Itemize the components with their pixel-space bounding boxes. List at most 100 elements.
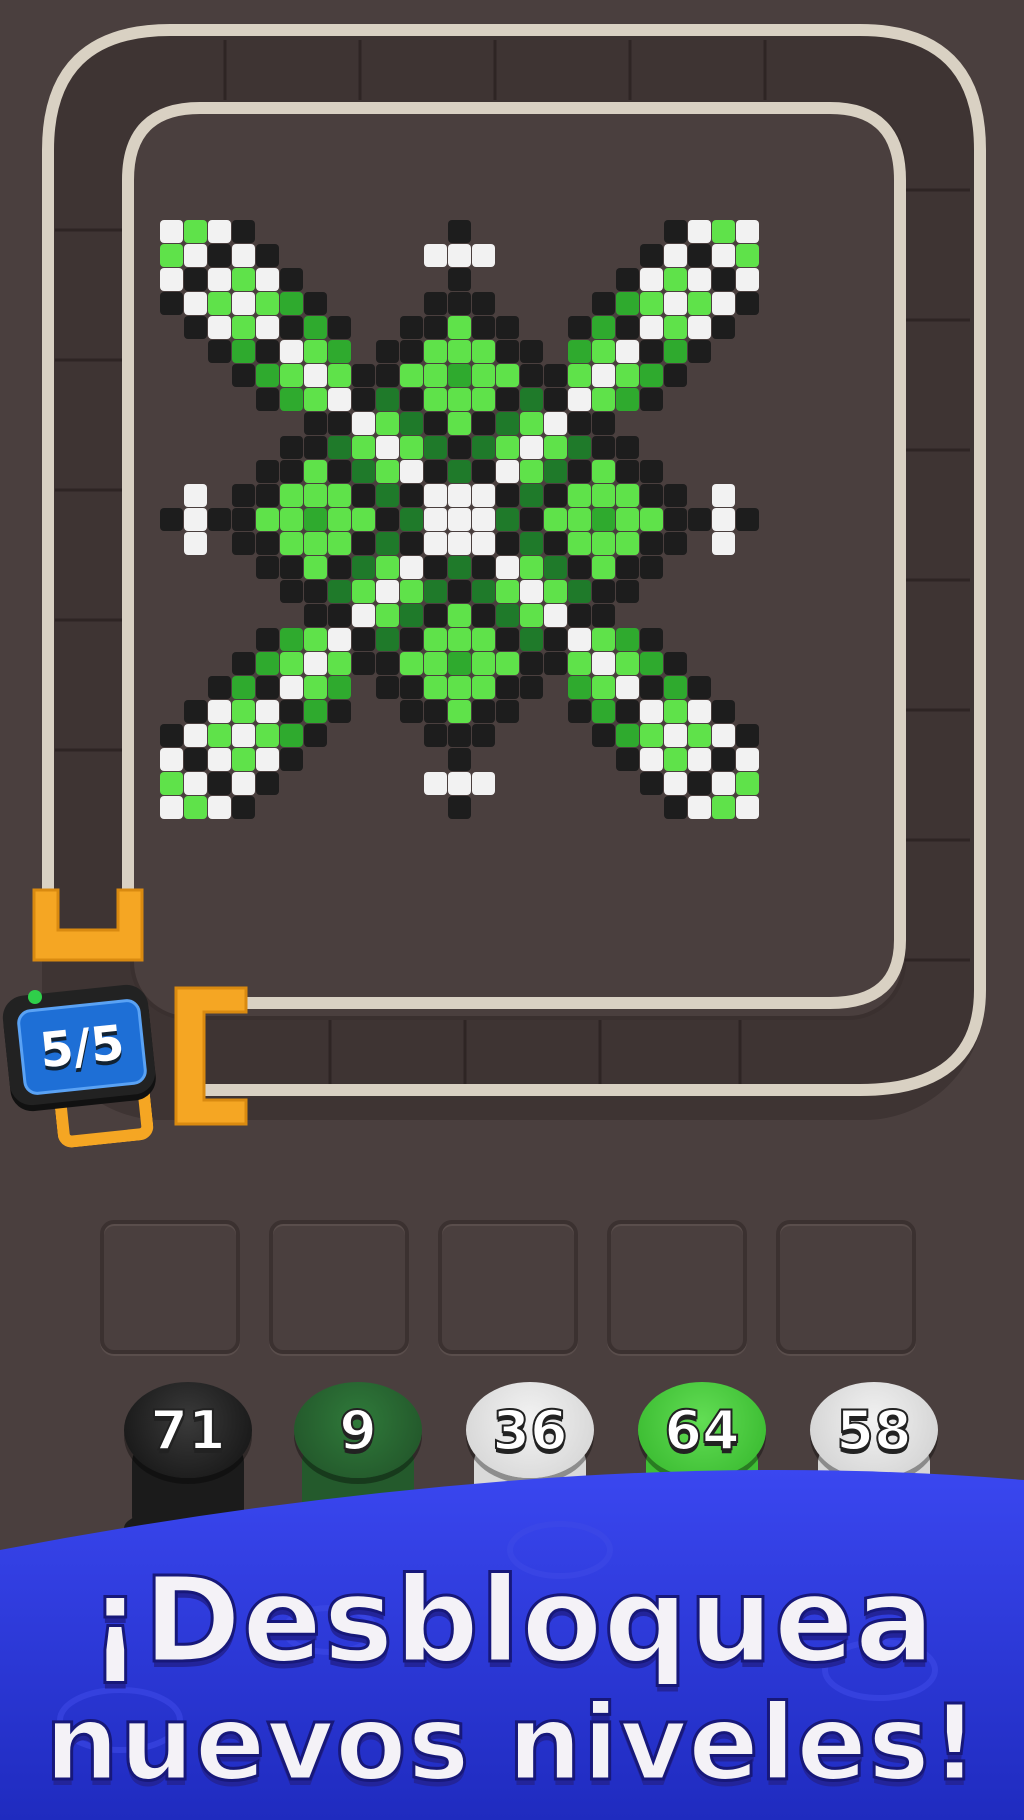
stitch <box>664 484 687 507</box>
stitch <box>544 556 567 579</box>
slot-4[interactable] <box>607 1220 747 1354</box>
stitch <box>184 532 207 555</box>
stitch <box>640 556 663 579</box>
stitch <box>568 532 591 555</box>
stitch <box>736 772 759 795</box>
stitch <box>280 316 303 339</box>
stitch <box>256 748 279 771</box>
slot-1[interactable] <box>100 1220 240 1354</box>
stitch <box>352 580 375 603</box>
stitch <box>616 724 639 747</box>
stitch <box>304 460 327 483</box>
stitch <box>568 436 591 459</box>
stitch <box>232 268 255 291</box>
stitch <box>376 460 399 483</box>
stitch <box>496 700 519 723</box>
stitch <box>592 508 615 531</box>
stitch <box>496 652 519 675</box>
stitch <box>568 628 591 651</box>
stitch <box>448 364 471 387</box>
thread-counter: 5/5 <box>0 982 158 1149</box>
stitch <box>304 580 327 603</box>
stitch <box>376 508 399 531</box>
stitch <box>304 508 327 531</box>
stitch <box>640 340 663 363</box>
stitch <box>208 796 231 819</box>
stitch <box>208 748 231 771</box>
stitch <box>472 388 495 411</box>
stitch <box>400 700 423 723</box>
stitch <box>400 508 423 531</box>
stitch <box>304 364 327 387</box>
stitch <box>664 268 687 291</box>
stitch <box>592 532 615 555</box>
stitch <box>688 292 711 315</box>
stitch <box>544 436 567 459</box>
stitch <box>544 412 567 435</box>
stitch <box>472 364 495 387</box>
stitch <box>328 628 351 651</box>
holding-slots <box>100 1220 924 1358</box>
stitch <box>448 796 471 819</box>
stitch <box>424 436 447 459</box>
slot-5[interactable] <box>776 1220 916 1354</box>
stitch <box>256 772 279 795</box>
stitch <box>520 460 543 483</box>
stitch <box>448 436 471 459</box>
stitch <box>616 676 639 699</box>
stitch <box>568 484 591 507</box>
stitch <box>640 748 663 771</box>
stitch <box>640 772 663 795</box>
stitch <box>376 580 399 603</box>
stitch <box>304 700 327 723</box>
spool-count: 9 <box>338 1398 378 1463</box>
stitch <box>424 628 447 651</box>
stitch <box>424 340 447 363</box>
headline-line-1: ¡Desbloquea <box>87 1551 936 1689</box>
stitch <box>376 652 399 675</box>
counter-screen: 5/5 <box>15 997 149 1097</box>
stitch <box>352 508 375 531</box>
stitch <box>736 724 759 747</box>
stitch <box>520 676 543 699</box>
stitch <box>448 508 471 531</box>
stitch <box>664 772 687 795</box>
stitch <box>256 676 279 699</box>
stitch <box>376 604 399 627</box>
stitch <box>472 556 495 579</box>
stitch <box>712 244 735 267</box>
stitch <box>280 580 303 603</box>
stitch <box>280 532 303 555</box>
stitch <box>328 604 351 627</box>
stitch <box>568 604 591 627</box>
stitch <box>472 316 495 339</box>
stitch <box>376 532 399 555</box>
stitch <box>712 220 735 243</box>
stitch <box>616 700 639 723</box>
stitch <box>424 556 447 579</box>
stitch <box>256 700 279 723</box>
stitch <box>688 508 711 531</box>
stitch <box>520 604 543 627</box>
slot-3[interactable] <box>438 1220 578 1354</box>
stitch <box>520 340 543 363</box>
stitch <box>568 580 591 603</box>
stitch <box>616 652 639 675</box>
stitch <box>280 652 303 675</box>
stitch <box>496 388 519 411</box>
stitch <box>616 580 639 603</box>
stitch <box>256 556 279 579</box>
stitch <box>280 508 303 531</box>
stitch <box>256 460 279 483</box>
slot-2[interactable] <box>269 1220 409 1354</box>
stitch <box>544 532 567 555</box>
stitch <box>520 628 543 651</box>
stitch <box>520 388 543 411</box>
stitch <box>592 340 615 363</box>
stitch <box>280 676 303 699</box>
stitch <box>376 556 399 579</box>
stitch <box>544 484 567 507</box>
stitch <box>376 484 399 507</box>
stitch <box>496 508 519 531</box>
stitch <box>400 532 423 555</box>
